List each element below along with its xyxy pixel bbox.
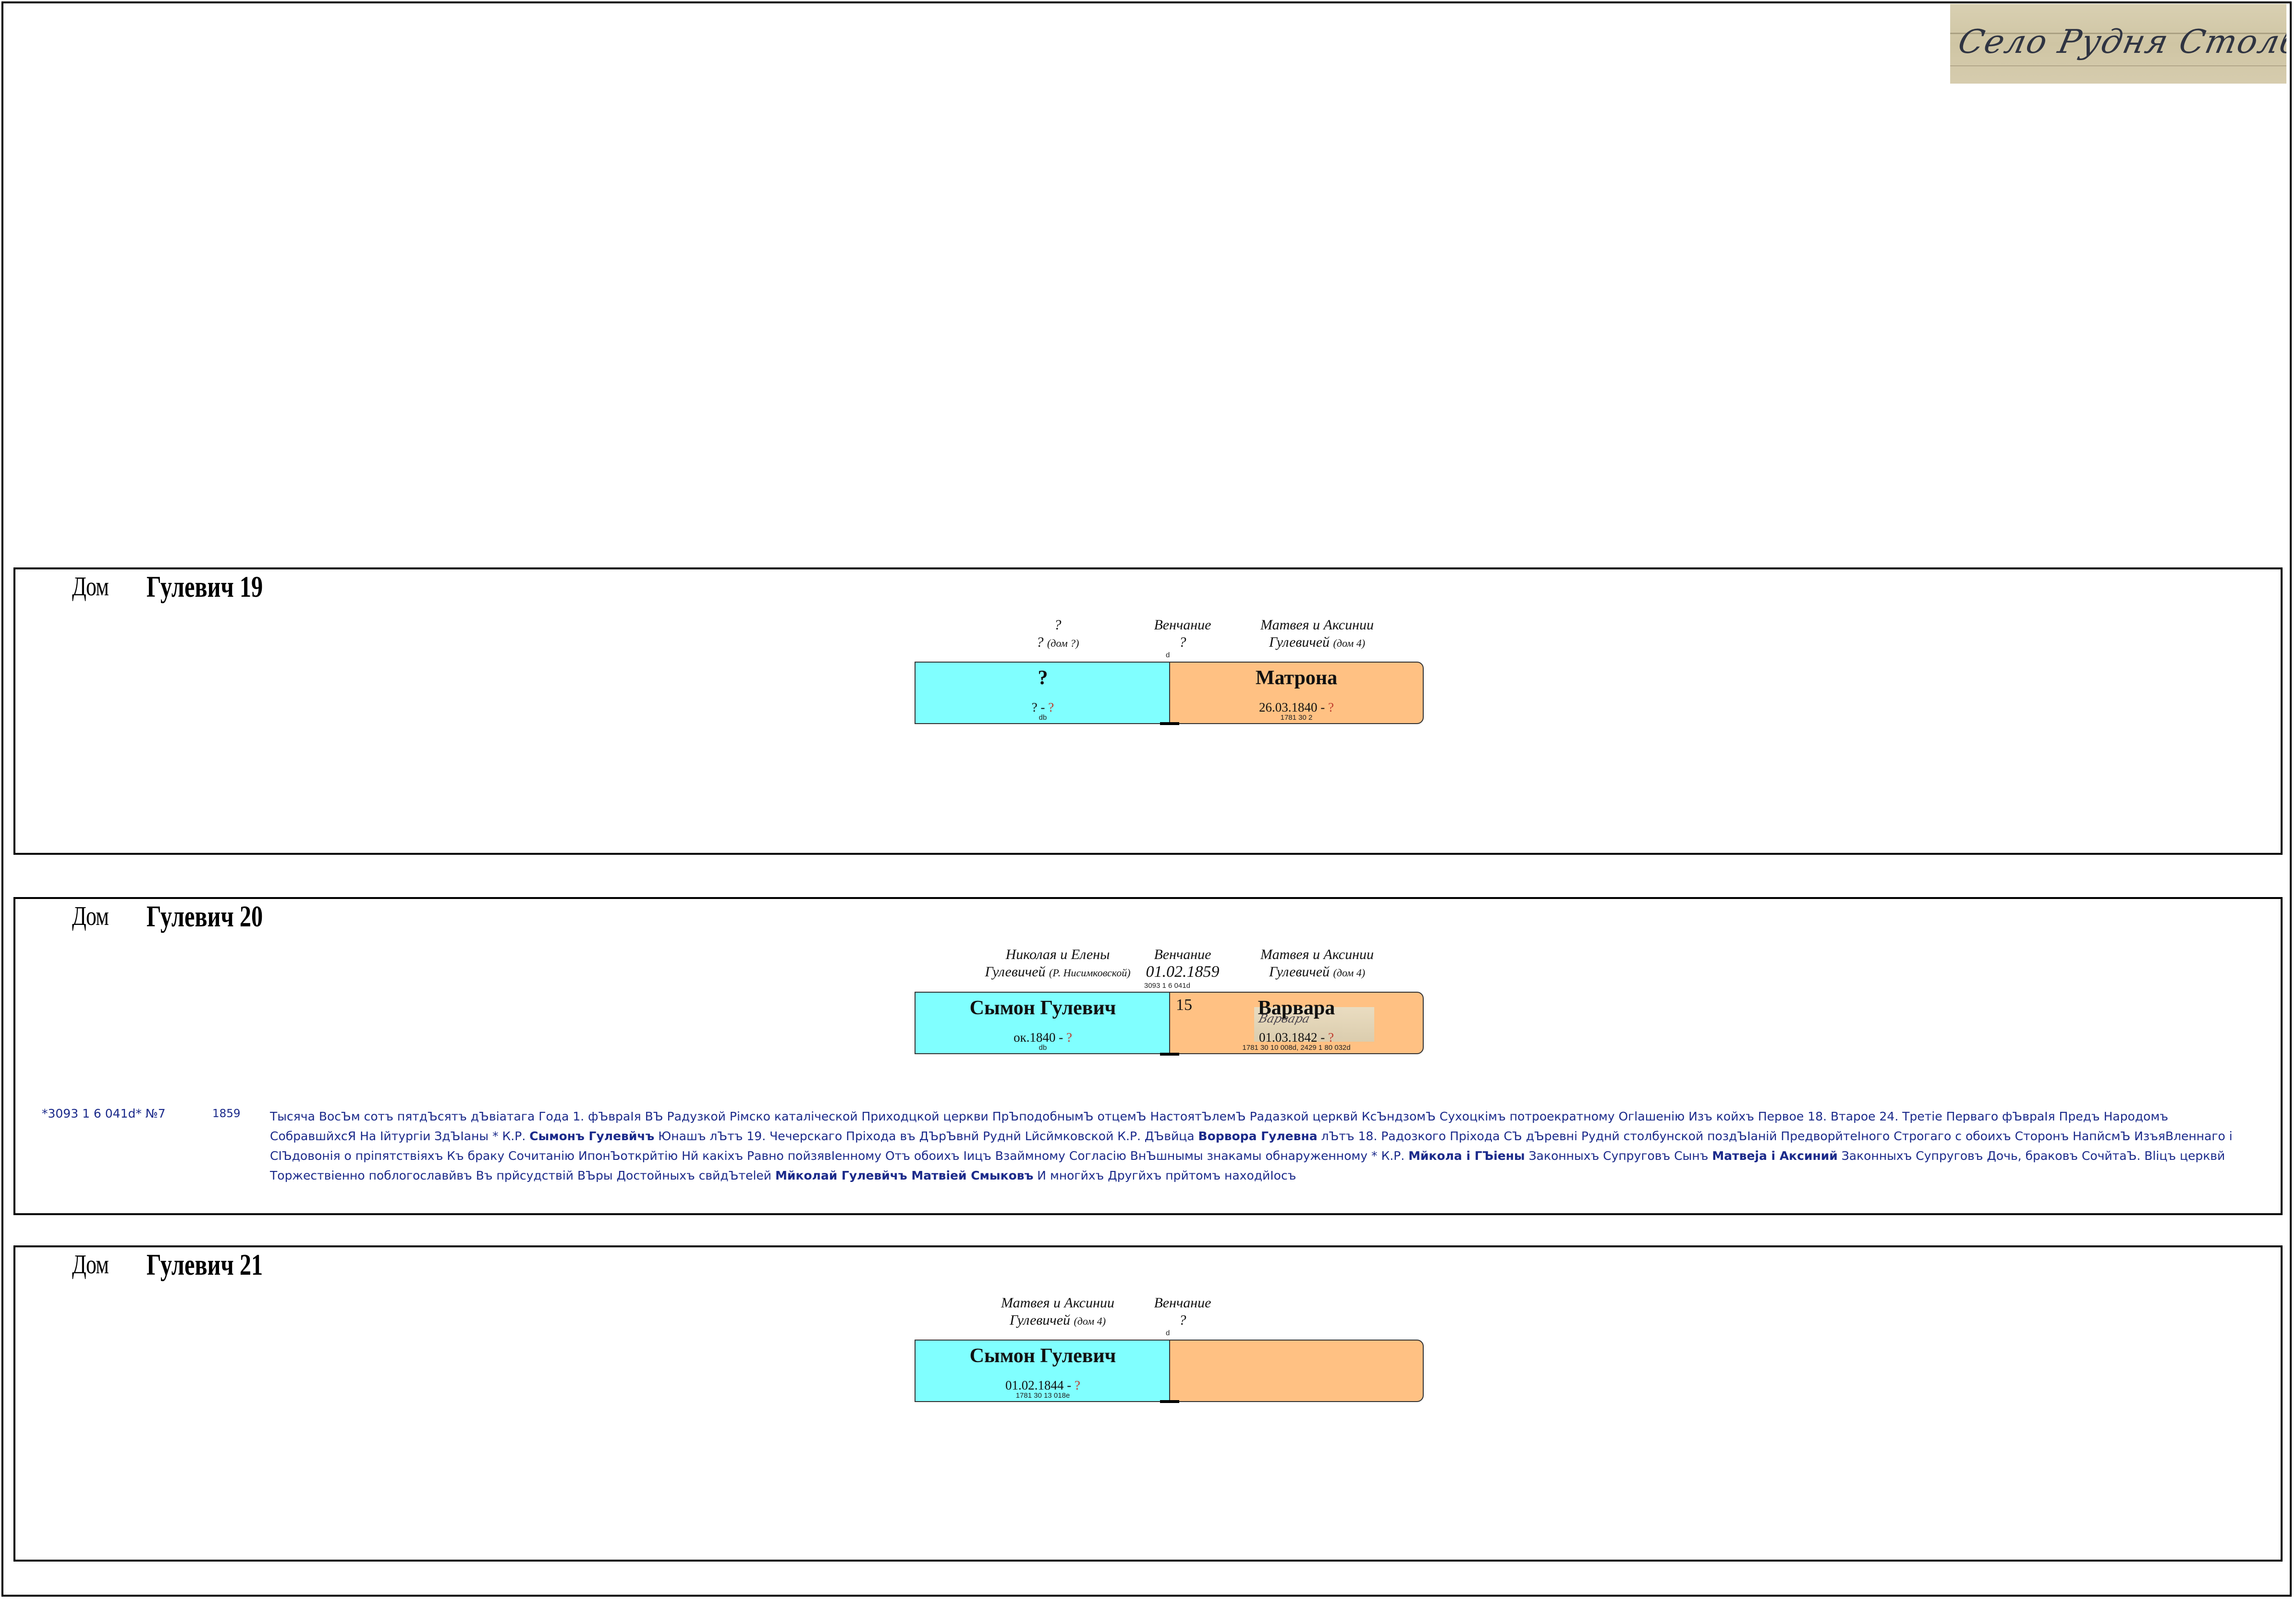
record-name: Мйколай Гулевйчъ Матвіей Смыковъ: [775, 1169, 1034, 1182]
wife-name: Варвара: [1258, 997, 1335, 1019]
house-section-20: Дом Гулевич 20 Николая и Елены Гулевичей…: [13, 897, 2283, 1215]
village-name-handwriting: Село Рудня Столбунска: [1954, 23, 2286, 61]
record-year: 1859: [212, 1108, 241, 1120]
wife-name: Матрона: [1255, 667, 1338, 689]
husband-ref: 1781 30 13 018e: [1015, 1391, 1070, 1400]
marriage-connector: [1160, 1053, 1179, 1056]
house-name: Гулевич 20: [147, 900, 263, 933]
house-section-21: Дом Гулевич 21 Матвея и Аксинии Гулевиче…: [13, 1245, 2283, 1562]
house-name: Гулевич 21: [147, 1249, 263, 1281]
record-name: Мйкола і ГЪіены: [1408, 1149, 1525, 1163]
husband-ref: db: [1038, 714, 1047, 722]
wife-box[interactable]: Матрона 26.03.1840 - ? 1781 30 2: [1169, 662, 1424, 724]
husband-dates: ок.1840 - ?: [1014, 1030, 1072, 1045]
record-name: Ворвора Гулевна: [1198, 1129, 1318, 1143]
husband-name: Сымон Гулевич: [969, 1345, 1116, 1367]
record-fragment: Юнашъ лЪтъ 19. Чечерскаго Пріхода въ ДЪр…: [654, 1129, 1198, 1143]
house-section-19: Дом Гулевич 19 ? ? (дом ?) Венчание ? d …: [13, 567, 2283, 855]
record-name: Матвеја і Аксиний: [1712, 1149, 1838, 1163]
wife-parents-caption: Матвея и Аксинии Гулевичей (дом 4): [1260, 947, 1374, 980]
wife-box[interactable]: Варвара Варвара 01.03.1842 - ? 1781 30 1…: [1169, 992, 1424, 1054]
husband-dates: 01.02.1844 - ?: [1005, 1378, 1080, 1392]
husband-dates: ? - ?: [1031, 700, 1054, 714]
marriage-caption: Венчание ?: [1154, 1295, 1211, 1328]
house-title: Дом Гулевич 21: [72, 1249, 263, 1281]
wife-dates: 26.03.1840 - ?: [1259, 700, 1334, 714]
village-name-scan: Село Рудня Столбунска: [1950, 4, 2286, 84]
husband-box[interactable]: ? ? - ? db: [915, 662, 1170, 724]
husband-name: ?: [1038, 667, 1048, 689]
record-text: Тысяча ВосЪм сотъ пятдЪсятъ дЪвіатага Го…: [270, 1107, 2249, 1185]
wife-ref: 1781 30 10 008d, 2429 1 80 032d: [1242, 1044, 1351, 1052]
age-at-marriage: 15: [1176, 996, 1192, 1014]
wife-box[interactable]: [1169, 1340, 1424, 1402]
marriage-connector: [1160, 722, 1179, 725]
wife-dates: 01.03.1842 - ?: [1259, 1030, 1334, 1045]
record-fragment: Законныхъ Супруговъ Сынъ: [1525, 1149, 1712, 1163]
wife-parents-caption: Матвея и Аксинии Гулевичей (дом 4): [1260, 617, 1374, 650]
marriage-ref: d: [1166, 651, 1170, 659]
marriage-connector: [1160, 1400, 1179, 1403]
record-name: Сымонъ Гулевйчъ: [529, 1129, 655, 1143]
record-fragment: И многйхъ Другйхъ прйтомъ находйІосъ: [1033, 1169, 1296, 1182]
husband-name: Сымон Гулевич: [969, 997, 1116, 1019]
house-word: Дом: [72, 901, 109, 931]
husband-box[interactable]: Сымон Гулевич ок.1840 - ? db: [915, 992, 1170, 1054]
wife-ref: 1781 30 2: [1280, 714, 1313, 722]
house-word: Дом: [72, 1250, 109, 1280]
marriage-ref: d: [1166, 1329, 1170, 1337]
house-word: Дом: [72, 572, 109, 602]
record-id: *3093 1 6 041d* №7: [42, 1107, 166, 1120]
house-title: Дом Гулевич 19: [72, 571, 263, 603]
house-name: Гулевич 19: [147, 571, 263, 603]
husband-ref: db: [1038, 1044, 1047, 1052]
marriage-ref: 3093 1 6 041d: [1144, 982, 1190, 990]
house-title: Дом Гулевич 20: [72, 900, 263, 933]
husband-box[interactable]: Сымон Гулевич 01.02.1844 - ? 1781 30 13 …: [915, 1340, 1170, 1402]
